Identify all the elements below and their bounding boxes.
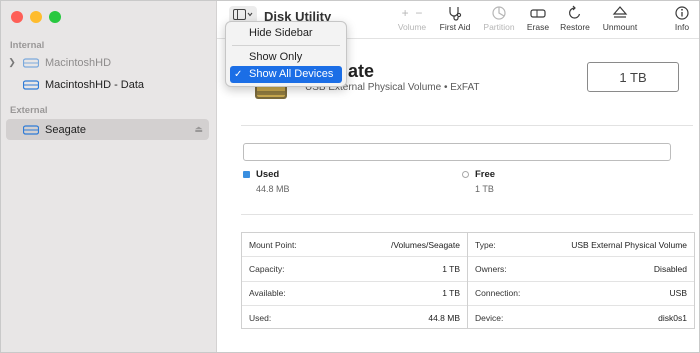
pie-chart-icon bbox=[492, 6, 506, 20]
sidebar-toggle-icon bbox=[233, 9, 253, 20]
minimize-window-button[interactable] bbox=[30, 11, 42, 23]
sidebar-item-macintoshhd-data[interactable]: MacintoshHD - Data bbox=[6, 74, 209, 95]
zoom-window-button[interactable] bbox=[49, 11, 61, 23]
unmount-button[interactable]: Unmount bbox=[600, 5, 640, 35]
menu-separator bbox=[232, 45, 340, 46]
used-label: Used bbox=[256, 169, 280, 180]
legend-free: Free 1 TB bbox=[462, 169, 495, 194]
divider bbox=[241, 214, 693, 215]
legend-used: Used 44.8 MB bbox=[243, 169, 290, 194]
used-swatch bbox=[243, 171, 250, 178]
plus-minus-icon: + − bbox=[401, 6, 423, 20]
chevron-right-icon[interactable]: ❯ bbox=[6, 57, 18, 68]
sidebar-item-label: MacintoshHD - Data bbox=[45, 78, 145, 91]
info-table: Mount Point: /Volumes/Seagate Capacity: … bbox=[241, 232, 695, 329]
info-column-left: Mount Point: /Volumes/Seagate Capacity: … bbox=[242, 233, 468, 328]
sidebar: Internal ❯ MacintoshHD MacintoshHD - Dat… bbox=[1, 1, 217, 352]
first-aid-button[interactable]: First Aid bbox=[436, 5, 474, 35]
internal-disk-icon bbox=[23, 79, 39, 90]
stethoscope-icon bbox=[449, 7, 462, 21]
used-value: 44.8 MB bbox=[256, 184, 290, 194]
sidebar-item-macintoshhd[interactable]: ❯ MacintoshHD bbox=[6, 52, 209, 73]
info-row-owners: Owners: Disabled bbox=[468, 257, 694, 282]
eject-icon[interactable]: ⏏ bbox=[194, 124, 203, 135]
menu-item-hide-sidebar[interactable]: Hide Sidebar bbox=[230, 25, 342, 42]
sidebar-section-external: External bbox=[10, 105, 48, 116]
view-menu: Hide Sidebar Show Only Volumes ✓ Show Al… bbox=[225, 21, 347, 87]
checkmark-icon: ✓ bbox=[234, 69, 243, 80]
close-window-button[interactable] bbox=[11, 11, 23, 23]
eject-icon bbox=[612, 6, 628, 18]
sidebar-item-label: Seagate bbox=[45, 123, 86, 136]
partition-button[interactable]: Partition bbox=[480, 5, 518, 35]
internal-disk-icon bbox=[23, 57, 39, 68]
menu-item-show-only-volumes[interactable]: Show Only Volumes bbox=[230, 49, 342, 80]
info-row-capacity: Capacity: 1 TB bbox=[242, 257, 467, 282]
restore-arrow-icon bbox=[569, 5, 581, 19]
divider bbox=[241, 125, 693, 126]
menu-item-show-all-devices[interactable]: ✓ Show All Devices bbox=[230, 66, 342, 83]
free-label: Free bbox=[475, 169, 496, 180]
sidebar-item-label: MacintoshHD bbox=[45, 56, 112, 69]
sidebar-section-internal: Internal bbox=[10, 40, 45, 51]
eraser-icon bbox=[530, 9, 546, 18]
restore-button[interactable]: Restore bbox=[558, 5, 592, 35]
volume-button[interactable]: + − Volume bbox=[395, 5, 429, 35]
disk-utility-window: Internal ❯ MacintoshHD MacintoshHD - Dat… bbox=[0, 0, 700, 353]
external-disk-icon bbox=[23, 124, 39, 135]
erase-button[interactable]: Erase bbox=[524, 5, 552, 35]
free-swatch bbox=[462, 171, 469, 178]
info-button[interactable]: Info bbox=[672, 5, 692, 35]
info-column-right: Type: USB External Physical Volume Owner… bbox=[468, 233, 694, 328]
info-row-used: Used: 44.8 MB bbox=[249, 312, 460, 323]
info-row-device: Device: disk0s1 bbox=[475, 312, 687, 323]
info-icon bbox=[675, 6, 689, 20]
info-row-available: Available: 1 TB bbox=[242, 282, 467, 306]
info-row-type: Type: USB External Physical Volume bbox=[468, 233, 694, 258]
free-value: 1 TB bbox=[475, 184, 494, 194]
info-row-connection: Connection: USB bbox=[468, 282, 694, 306]
sidebar-item-seagate[interactable]: Seagate ⏏ bbox=[6, 119, 209, 140]
usage-bar bbox=[243, 143, 671, 161]
capacity-badge: 1 TB bbox=[587, 62, 679, 92]
window-controls bbox=[11, 11, 61, 23]
info-row-mount-point: Mount Point: /Volumes/Seagate bbox=[242, 233, 467, 258]
